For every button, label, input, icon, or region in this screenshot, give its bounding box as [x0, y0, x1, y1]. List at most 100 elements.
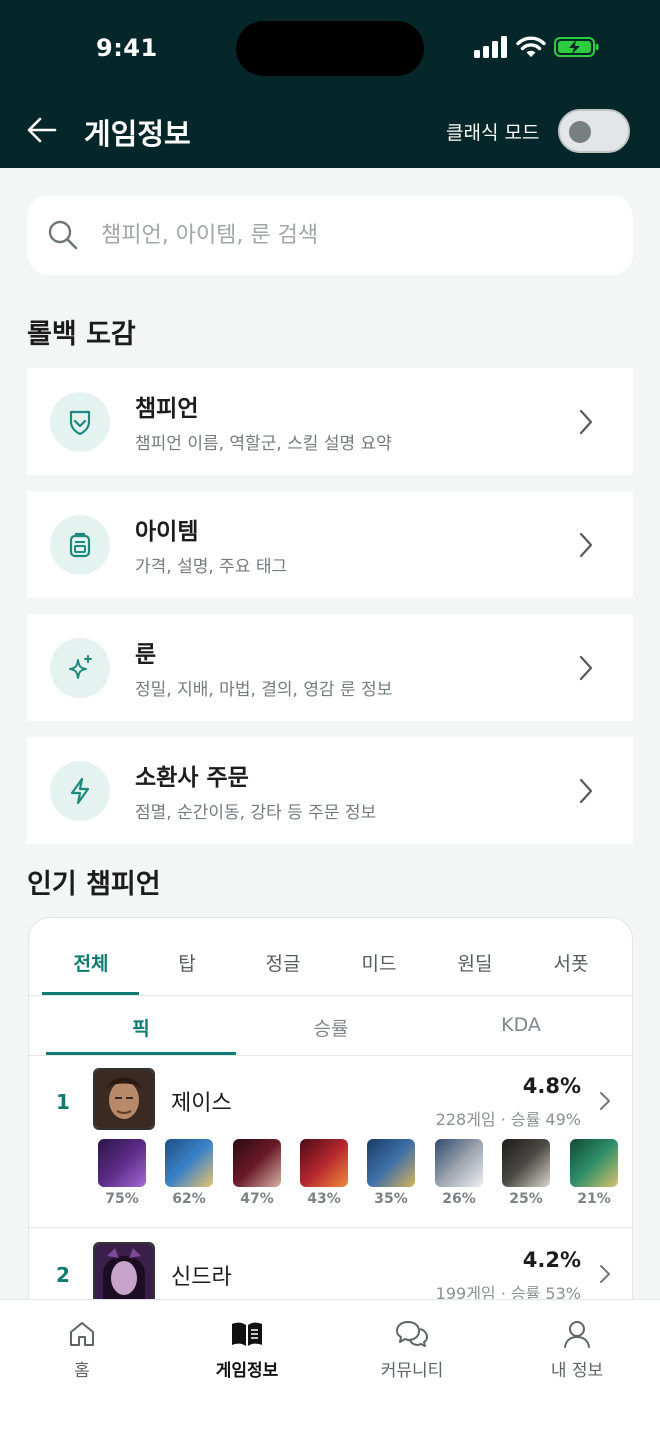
item-rate: 35% [374, 1191, 408, 1207]
item-icon [502, 1139, 550, 1187]
search-input[interactable] [101, 222, 541, 248]
champion-rank: 2 [56, 1263, 70, 1287]
lightning-icon [70, 777, 90, 804]
card-subtitle: 챔피언 이름, 역할군, 스킬 설명 요약 [135, 434, 392, 454]
classic-mode-toggle[interactable] [558, 109, 630, 153]
tab-jungle[interactable]: 정글 [266, 949, 301, 976]
nav-label: 홈 [74, 1361, 90, 1381]
nav-label: 커뮤니티 [380, 1361, 444, 1381]
item-icon [300, 1139, 348, 1187]
back-button[interactable] [24, 112, 60, 148]
card-champion[interactable]: 챔피언 챔피언 이름, 역할군, 스킬 설명 요약 [27, 368, 633, 475]
champion-portrait [93, 1068, 155, 1130]
champion-row[interactable]: 2 신드라 4.2% 199게임 · 승률 53% [28, 1230, 633, 1299]
active-tab-indicator [42, 992, 139, 995]
item-rate: 26% [442, 1191, 476, 1207]
chevron-right-icon [600, 1092, 610, 1110]
chevron-right-icon [579, 655, 593, 680]
item-rate: 75% [105, 1191, 139, 1207]
book-icon [232, 1322, 262, 1346]
card-icon-circle [50, 514, 110, 575]
champion-rank: 1 [56, 1090, 70, 1114]
nav-label: 내 정보 [550, 1361, 604, 1381]
champion-meta: 228게임 · 승률 49% [435, 1110, 581, 1129]
build-items: 75% 62% 47% 43% 35% 26% 25% 21% [68, 1139, 618, 1209]
card-icon-circle [50, 391, 110, 452]
card-subtitle: 가격, 설명, 주요 태그 [135, 557, 288, 577]
card-title: 소환사 주문 [135, 765, 249, 791]
item-rate: 47% [240, 1191, 274, 1207]
item-icon [570, 1139, 618, 1187]
encyclopedia-title: 롤백 도감 [27, 319, 136, 350]
nav-label: 게임정보 [215, 1361, 279, 1381]
chevron-right-icon [579, 532, 593, 557]
champion-pick-rate: 4.2% [522, 1248, 581, 1272]
card-rune[interactable]: 룬 정밀, 지배, 마법, 결의, 영감 룬 정보 [27, 614, 633, 721]
build-item[interactable]: 75% [97, 1139, 147, 1207]
home-icon [70, 1322, 94, 1346]
sparkles-icon [69, 654, 92, 679]
item-icon [233, 1139, 281, 1187]
tab-support[interactable]: 서폿 [554, 949, 589, 976]
toggle-knob [569, 121, 591, 143]
item-rate: 43% [307, 1191, 341, 1207]
nav-my-info[interactable]: 내 정보 [517, 1318, 637, 1381]
item-icon [98, 1139, 146, 1187]
item-icon [367, 1139, 415, 1187]
champion-portrait-image [95, 1070, 153, 1128]
item-rate: 25% [509, 1191, 543, 1207]
champion-name: 제이스 [171, 1091, 232, 1116]
build-item[interactable]: 62% [164, 1139, 214, 1207]
card-subtitle: 정밀, 지배, 마법, 결의, 영감 룬 정보 [135, 680, 393, 700]
card-icon-circle [50, 637, 110, 698]
tab-all[interactable]: 전체 [74, 949, 109, 976]
tab-adc[interactable]: 원딜 [458, 949, 493, 976]
chevron-right-icon [600, 1265, 610, 1283]
position-tabs: 전체 탑 정글 미드 원딜 서폿 [29, 918, 632, 996]
champion-portrait-image [95, 1244, 153, 1299]
nav-game-info[interactable]: 게임정보 [187, 1318, 307, 1381]
user-icon [564, 1321, 590, 1348]
item-rate: 21% [577, 1191, 611, 1207]
champion-meta: 199게임 · 승률 53% [435, 1284, 581, 1299]
build-item[interactable]: 26% [434, 1139, 484, 1207]
row-divider [28, 1227, 633, 1228]
sort-tab-pick[interactable]: 픽 [132, 1014, 149, 1041]
build-item[interactable]: 35% [366, 1139, 416, 1207]
card-item[interactable]: 아이템 가격, 설명, 주요 태그 [27, 491, 633, 598]
chevron-right-icon [579, 778, 593, 803]
page-title: 게임정보 [84, 117, 191, 151]
card-title: 챔피언 [135, 396, 199, 422]
signal-icon [474, 36, 507, 58]
card-icon-circle [50, 760, 110, 821]
sort-tab-kda[interactable]: KDA [501, 1014, 541, 1036]
battery-icon [554, 37, 599, 57]
build-item[interactable]: 21% [569, 1139, 619, 1207]
search-bar[interactable] [27, 195, 633, 275]
champion-pick-rate: 4.8% [522, 1074, 581, 1098]
build-item[interactable]: 43% [299, 1139, 349, 1207]
dynamic-island [236, 21, 424, 76]
champion-portrait [93, 1242, 155, 1299]
tab-top[interactable]: 탑 [178, 949, 195, 976]
item-icon [165, 1139, 213, 1187]
build-item[interactable]: 25% [501, 1139, 551, 1207]
champion-name: 신드라 [171, 1265, 232, 1290]
arrow-left-icon [27, 117, 57, 143]
nav-community[interactable]: 커뮤니티 [352, 1318, 472, 1381]
item-icon [435, 1139, 483, 1187]
backpack-icon [69, 532, 91, 557]
chat-icon [396, 1321, 428, 1347]
popular-title: 인기 챔피언 [27, 869, 161, 900]
card-summoner-spell[interactable]: 소환사 주문 점멸, 순간이동, 강타 등 주문 정보 [27, 737, 633, 844]
sort-tab-winrate[interactable]: 승률 [314, 1014, 349, 1041]
app-header: 9:41 게임정보 클래식 모드 [0, 0, 660, 168]
search-icon [48, 220, 78, 250]
chevron-right-icon [579, 409, 593, 434]
wifi-icon [516, 36, 546, 57]
tab-mid[interactable]: 미드 [362, 949, 397, 976]
status-time: 9:41 [96, 34, 158, 62]
build-item[interactable]: 47% [232, 1139, 282, 1207]
card-title: 아이템 [135, 519, 199, 545]
nav-home[interactable]: 홈 [22, 1318, 142, 1381]
